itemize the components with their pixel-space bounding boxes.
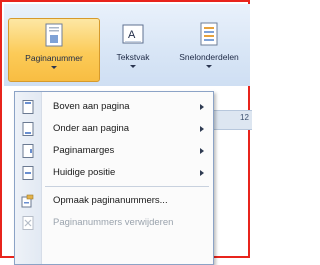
menu-item-current-position[interactable]: Huidige positie xyxy=(15,164,213,182)
menu-item-label: Huidige positie xyxy=(53,167,116,178)
remove-page-numbers-icon xyxy=(21,216,35,230)
submenu-arrow-icon xyxy=(200,126,204,132)
quick-parts-label: Snelonderdelen xyxy=(179,52,239,62)
submenu-arrow-icon xyxy=(200,104,204,110)
page-margins-icon xyxy=(21,144,35,158)
menu-item-top-of-page[interactable]: Boven aan pagina xyxy=(15,98,213,116)
current-position-icon xyxy=(21,166,35,180)
page-number-button[interactable]: Paginanummer xyxy=(8,18,100,82)
menu-item-remove-page-numbers[interactable]: Paginanummers verwijderen xyxy=(15,214,213,232)
quick-parts-button[interactable]: Snelonderdelen xyxy=(166,18,252,82)
chevron-down-icon xyxy=(130,65,136,68)
text-box-icon: A xyxy=(121,18,145,48)
chevron-down-icon xyxy=(51,66,57,69)
page-bottom-icon xyxy=(21,122,35,136)
screenshot-frame: Paginanummer A Tekstvak Snelonderdelen 1… xyxy=(0,0,252,265)
text-box-button[interactable]: A Tekstvak xyxy=(107,18,159,82)
ruler-number: 12 xyxy=(240,113,249,122)
menu-item-label: Opmaak paginanummers... xyxy=(53,195,168,206)
svg-text:A: A xyxy=(128,29,136,41)
menu-item-label: Boven aan pagina xyxy=(53,101,130,112)
format-page-numbers-icon xyxy=(21,194,35,208)
submenu-arrow-icon xyxy=(200,170,204,176)
page-number-label: Paginanummer xyxy=(25,53,83,63)
chevron-down-icon xyxy=(206,65,212,68)
ribbon: Paginanummer A Tekstvak Snelonderdelen xyxy=(4,4,250,86)
menu-item-bottom-of-page[interactable]: Onder aan pagina xyxy=(15,120,213,138)
submenu-arrow-icon xyxy=(200,148,204,154)
page-number-icon xyxy=(43,19,65,49)
menu-separator xyxy=(45,186,209,187)
text-box-label: Tekstvak xyxy=(116,52,150,62)
menu-item-format-page-numbers[interactable]: Opmaak paginanummers... xyxy=(15,192,213,210)
menu-item-label: Onder aan pagina xyxy=(53,123,130,134)
page-number-menu: Boven aan pagina Onder aan pagina Pagina… xyxy=(14,91,214,265)
menu-item-label: Paginanummers verwijderen xyxy=(53,217,174,228)
quick-parts-icon xyxy=(198,18,220,48)
menu-item-page-margins[interactable]: Paginamarges xyxy=(15,142,213,160)
menu-item-label: Paginamarges xyxy=(53,145,115,156)
page-top-icon xyxy=(21,100,35,114)
